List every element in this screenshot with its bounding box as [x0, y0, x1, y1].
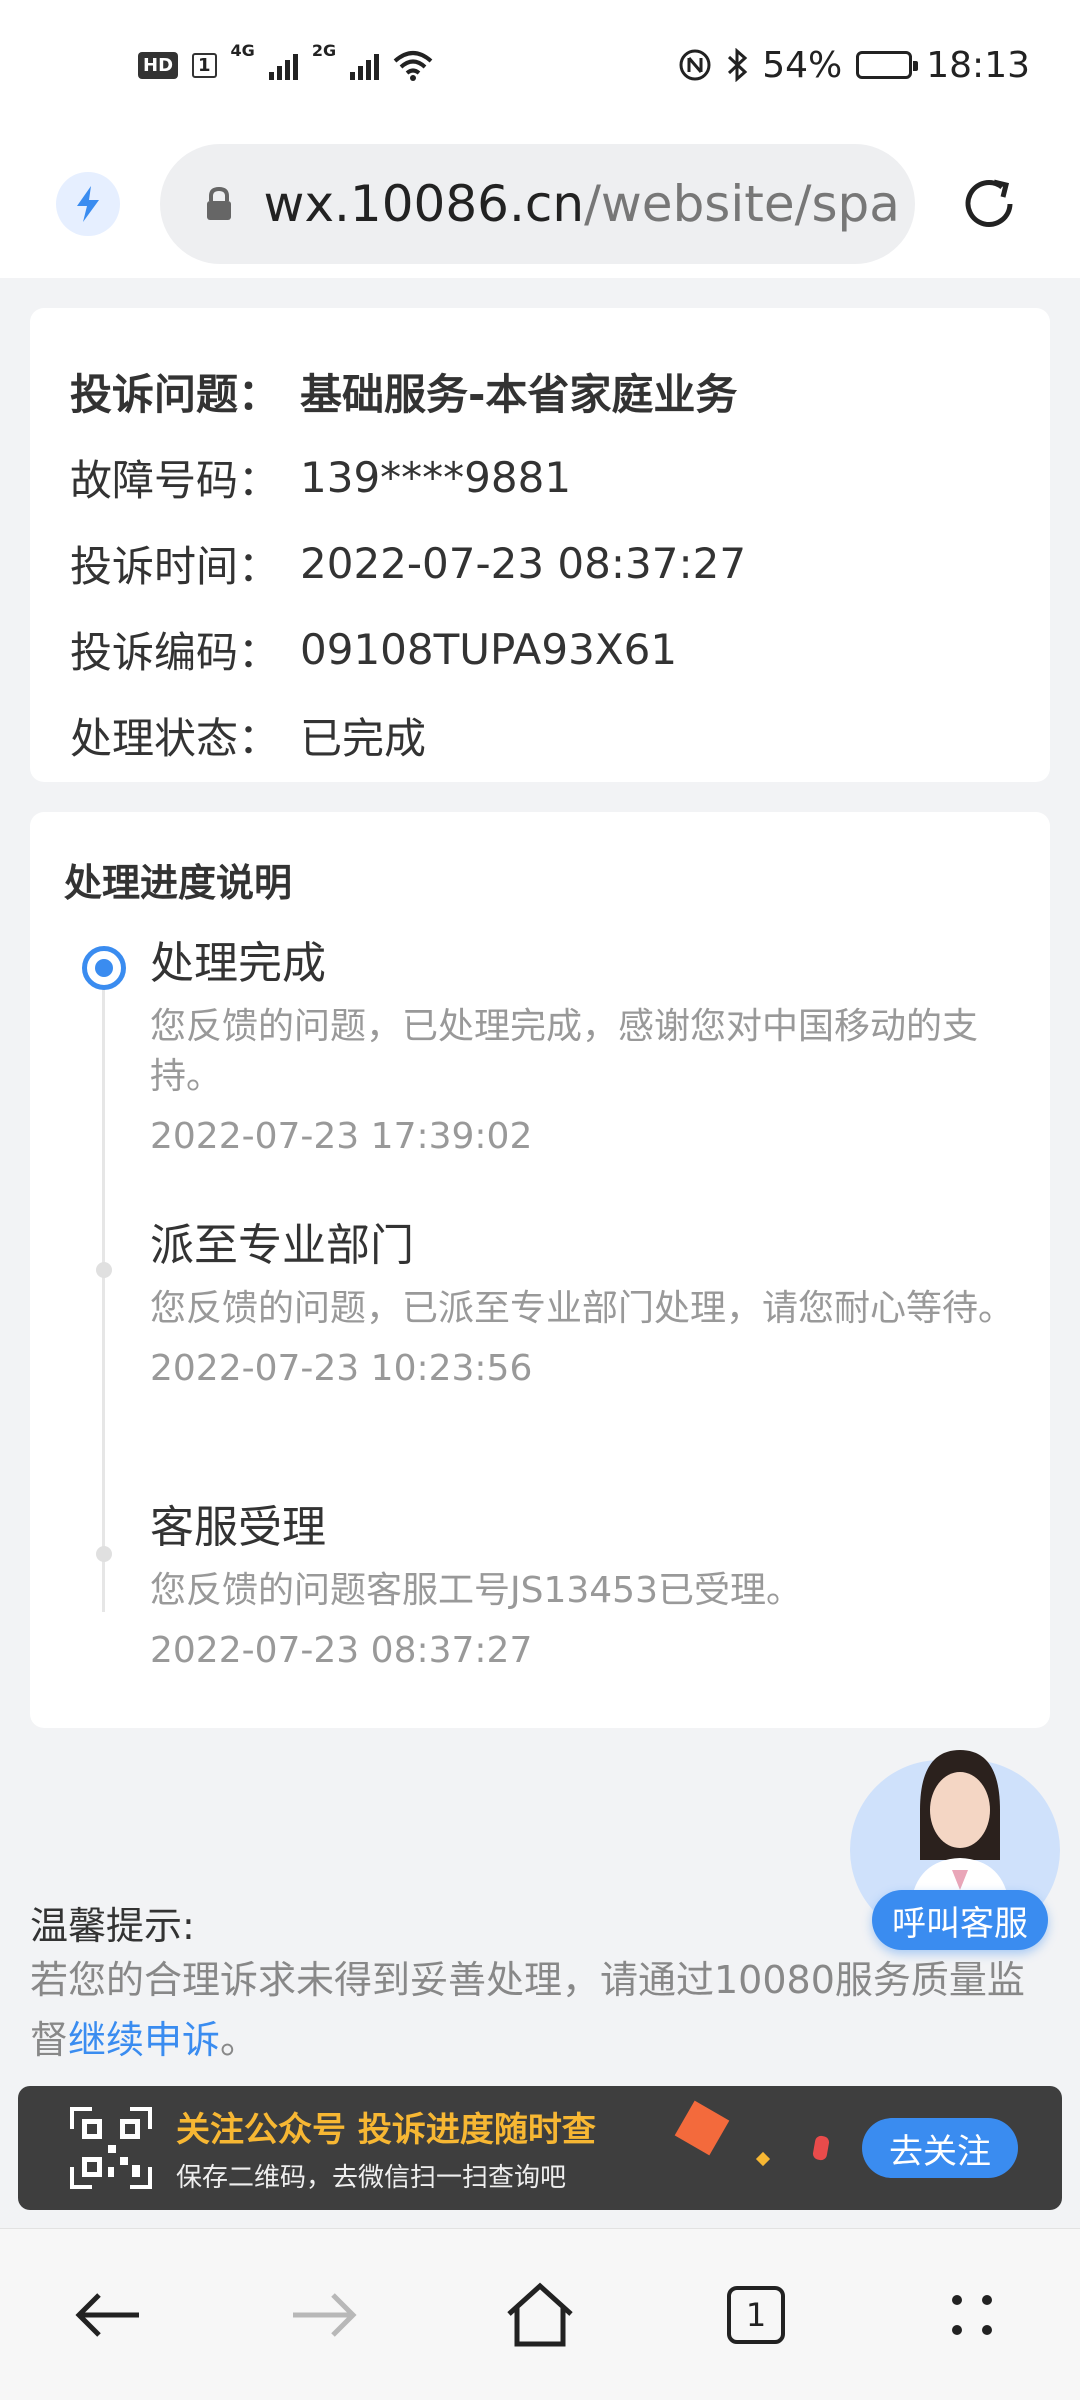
arrow-right-icon: [293, 2292, 357, 2337]
home-icon: [507, 2282, 573, 2346]
info-value: 已完成: [300, 713, 427, 763]
tabs-button[interactable]: 1: [701, 2260, 811, 2370]
step-desc: 您反馈的问题，已处理完成，感谢您对中国移动的支持。: [150, 1006, 979, 1097]
progress-title: 处理进度说明: [64, 861, 293, 905]
agent-avatar-icon: [910, 1750, 1010, 1910]
url-path: /website/spa: [584, 175, 900, 233]
complaint-info-card: 投诉问题： 基础服务-本省家庭业务 故障号码： 139****9881 投诉时间…: [30, 308, 1050, 782]
info-row-time: 投诉时间： 2022-07-23 08:37:27: [70, 520, 1050, 606]
timeline-dot: [96, 1262, 112, 1278]
info-value: 139****9881: [300, 452, 572, 502]
step-time: 2022-07-23 08:37:27: [150, 1630, 533, 1671]
timeline-dot-active: [82, 946, 126, 990]
appeal-link[interactable]: 继续申诉: [68, 2018, 220, 2062]
refresh-button[interactable]: [955, 169, 1025, 239]
battery-percent: 54%: [762, 44, 843, 86]
info-row-status: 处理状态： 已完成: [70, 692, 1050, 778]
status-left: HD 1 4G 2G: [138, 41, 433, 81]
hd-badge: HD: [138, 51, 179, 79]
tab-count: 1: [727, 2285, 785, 2344]
arrow-left-icon: [75, 2292, 139, 2337]
signal-icon: [268, 50, 298, 80]
step-title: 处理完成: [150, 938, 326, 989]
tip-tail: 。: [220, 2018, 259, 2062]
info-value: 2022-07-23 08:37:27: [300, 538, 747, 588]
info-label: 投诉问题：: [70, 369, 281, 419]
more-dots-icon: [952, 2294, 992, 2335]
clock: 18:13: [926, 44, 1030, 86]
bluetooth-icon: [728, 48, 748, 82]
battery-icon: [856, 51, 919, 79]
follow-subtitle: 保存二维码，去微信扫一扫查询吧: [176, 2163, 567, 2193]
lightning-icon: [76, 186, 99, 222]
refresh-icon: [965, 179, 1013, 227]
info-value: 09108TUPA93X61: [300, 624, 678, 674]
timeline-line: [102, 972, 105, 1612]
info-label: 处理状态：: [70, 713, 281, 763]
timeline-step: 派至专业部门 您反馈的问题，已派至专业部门处理，请您耐心等待。 2022-07-…: [150, 1216, 1030, 1394]
step-time: 2022-07-23 10:23:56: [150, 1348, 533, 1389]
step-desc: 您反馈的问题客服工号JS13453已受理。: [150, 1570, 802, 1611]
progress-card: 处理进度说明 处理完成 您反馈的问题，已处理完成，感谢您对中国移动的支持。 20…: [30, 812, 1050, 1728]
info-row-code: 投诉编码： 09108TUPA93X61: [70, 606, 1050, 692]
info-value: 基础服务-本省家庭业务: [300, 369, 738, 419]
wifi-icon: [393, 51, 433, 81]
follow-button[interactable]: 去关注: [862, 2118, 1018, 2178]
network-2g-label: 2G: [311, 41, 337, 60]
follow-text: 关注公众号 投诉进度随时查 保存二维码，去微信扫一扫查询吧: [176, 2102, 596, 2194]
status-right: 54% 18:13: [678, 45, 1030, 86]
boost-button[interactable]: [56, 172, 120, 236]
lock-icon: [206, 186, 231, 220]
browser-toolbar: wx.10086.cn/website/spa: [0, 130, 1080, 278]
tip-text: 若您的合理诉求未得到妥善处理，请通过10080服务质量监督继续申诉。: [30, 1950, 1050, 2070]
network-4g-label: 4G: [230, 41, 255, 60]
call-service-button[interactable]: 呼叫客服: [872, 1890, 1048, 1950]
status-bar: HD 1 4G 2G 54% 18:13: [0, 0, 1080, 130]
browser-nav-bar: 1: [0, 2228, 1080, 2400]
info-label: 投诉编码：: [70, 627, 281, 677]
info-label: 故障号码：: [70, 455, 281, 505]
url-host: wx.10086.cn: [263, 175, 585, 233]
menu-button[interactable]: [917, 2260, 1027, 2370]
timeline-step: 客服受理 您反馈的问题客服工号JS13453已受理。 2022-07-23 08…: [150, 1498, 1030, 1676]
info-row-number: 故障号码： 139****9881: [70, 434, 1050, 520]
step-desc: 您反馈的问题，已派至专业部门处理，请您耐心等待。: [150, 1288, 1015, 1329]
timeline-dot: [96, 1546, 112, 1562]
timeline-step: 处理完成 您反馈的问题，已处理完成，感谢您对中国移动的支持。 2022-07-2…: [150, 934, 1030, 1162]
info-label: 投诉时间：: [70, 541, 281, 591]
signal-icon: [350, 50, 380, 80]
nfc-icon: [679, 49, 711, 81]
sim-indicator: 1: [192, 52, 217, 78]
qr-code-icon: [70, 2107, 152, 2189]
forward-button[interactable]: [269, 2260, 379, 2370]
follow-title: 关注公众号 投诉进度随时查: [176, 2110, 596, 2150]
step-title: 客服受理: [150, 1502, 326, 1553]
step-title: 派至专业部门: [150, 1220, 414, 1271]
back-button[interactable]: [53, 2260, 163, 2370]
address-bar[interactable]: wx.10086.cn/website/spa: [159, 144, 915, 264]
home-button[interactable]: [485, 2260, 595, 2370]
info-row-issue: 投诉问题： 基础服务-本省家庭业务: [70, 348, 1050, 434]
tip-title: 温馨提示:: [30, 1904, 195, 1948]
step-time: 2022-07-23 17:39:02: [150, 1116, 533, 1157]
